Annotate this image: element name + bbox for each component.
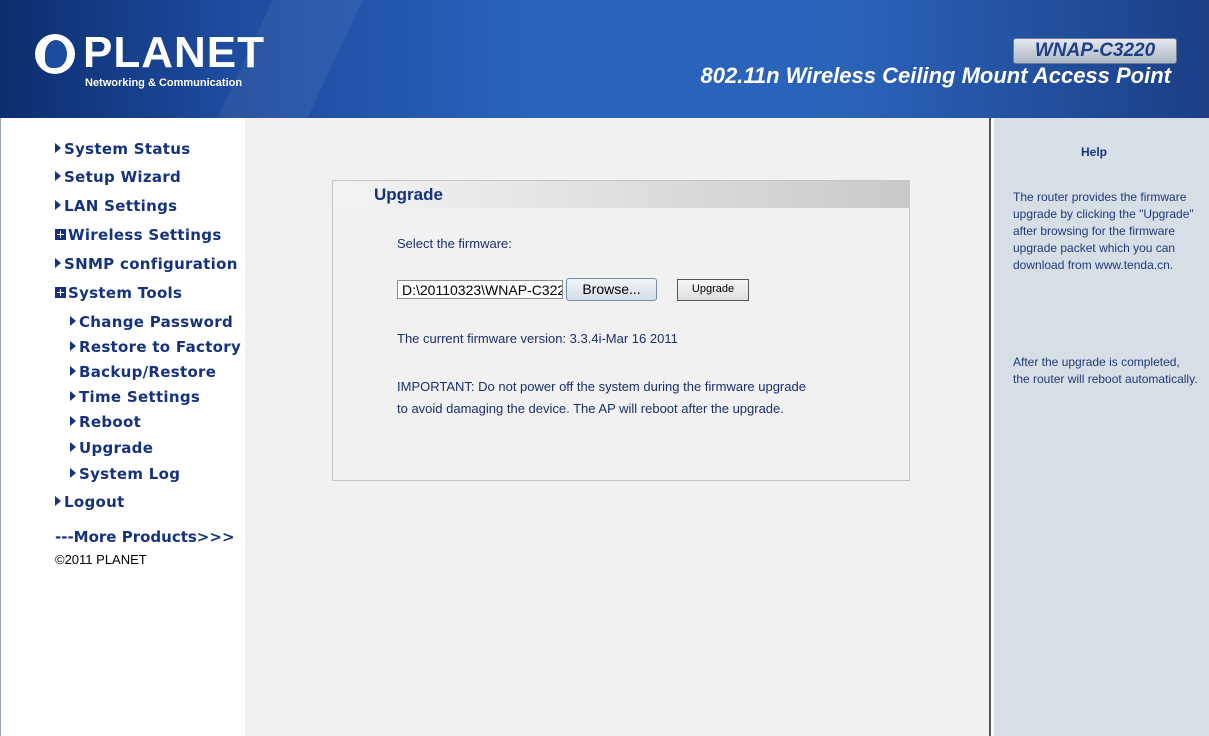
- panel-title: Upgrade: [374, 185, 443, 204]
- upgrade-button[interactable]: Upgrade: [677, 279, 749, 301]
- left-edge-line: [0, 118, 1, 736]
- nav-label: System Status: [64, 140, 191, 158]
- nav-logout[interactable]: Logout: [55, 493, 125, 511]
- important-notice-line2: to avoid damaging the device. The AP wil…: [397, 401, 784, 416]
- nav-label: SNMP configuration: [64, 255, 238, 273]
- nav-snmp-configuration[interactable]: SNMP configuration: [55, 255, 238, 273]
- arrow-right-icon: [55, 171, 61, 181]
- nav-time-settings[interactable]: Time Settings: [70, 388, 200, 406]
- nav-reboot[interactable]: Reboot: [70, 413, 141, 431]
- more-products-link[interactable]: ---More Products>>>: [55, 528, 235, 546]
- nav-label: Restore to Factory: [79, 338, 242, 356]
- expand-plus-icon: [55, 229, 66, 240]
- nav-label: System Log: [79, 465, 181, 483]
- header-banner: PLANET Networking & Communication WNAP-C…: [0, 0, 1209, 118]
- planet-logo[interactable]: PLANET Networking & Communication: [35, 28, 264, 92]
- firmware-file-input[interactable]: D:\20110323\WNAP-C3220: [397, 280, 563, 299]
- nav-upgrade[interactable]: Upgrade: [70, 439, 153, 457]
- logo-globe-icon: [35, 34, 75, 74]
- nav-label: Change Password: [79, 313, 233, 331]
- arrow-right-icon: [70, 341, 76, 351]
- upgrade-panel: Upgrade Select the firmware: D:\20110323…: [332, 180, 910, 481]
- nav-setup-wizard[interactable]: Setup Wizard: [55, 168, 181, 186]
- arrow-right-icon: [70, 442, 76, 452]
- nav-label: System Tools: [68, 284, 183, 302]
- arrow-right-icon: [70, 366, 76, 376]
- arrow-right-icon: [55, 200, 61, 210]
- nav-restore-to-factory[interactable]: Restore to Factory: [70, 338, 241, 356]
- nav-change-password[interactable]: Change Password: [70, 313, 233, 331]
- nav-label: Upgrade: [79, 439, 154, 457]
- arrow-right-icon: [55, 258, 61, 268]
- nav-label: Time Settings: [79, 388, 201, 406]
- model-badge: WNAP-C3220: [1013, 38, 1177, 64]
- firmware-version-text: The current firmware version: 3.3.4i-Mar…: [397, 331, 678, 346]
- logo-tagline: Networking & Communication: [85, 77, 243, 89]
- nav-label: Backup/Restore: [79, 363, 217, 381]
- sidebar-nav: System Status Setup Wizard LAN Settings …: [0, 118, 245, 736]
- arrow-right-icon: [55, 496, 61, 506]
- nav-label: Setup Wizard: [64, 168, 182, 186]
- help-panel: Help The router provides the firmware up…: [994, 118, 1209, 736]
- nav-backup-restore[interactable]: Backup/Restore: [70, 363, 216, 381]
- nav-label: Wireless Settings: [68, 226, 222, 244]
- browse-button[interactable]: Browse...: [566, 278, 657, 301]
- nav-lan-settings[interactable]: LAN Settings: [55, 197, 177, 215]
- nav-label: Reboot: [79, 413, 142, 431]
- help-title: Help: [1080, 145, 1107, 159]
- nav-label: Logout: [64, 493, 125, 511]
- arrow-right-icon: [70, 416, 76, 426]
- logo-wordmark: PLANET: [83, 28, 265, 77]
- main-content: Upgrade Select the firmware: D:\20110323…: [245, 118, 989, 736]
- select-firmware-label: Select the firmware:: [397, 236, 512, 251]
- nav-label: LAN Settings: [64, 197, 178, 215]
- help-paragraph: The router provides the firmware upgrade…: [1013, 190, 1194, 272]
- nav-system-tools[interactable]: System Tools: [55, 284, 182, 302]
- product-title: 802.11n Wireless Ceiling Mount Access Po…: [700, 63, 1172, 88]
- expand-plus-icon: [55, 287, 66, 298]
- important-notice-line1: IMPORTANT: Do not power off the system d…: [397, 379, 806, 394]
- arrow-right-icon: [55, 143, 61, 153]
- arrow-right-icon: [70, 468, 76, 478]
- arrow-right-icon: [70, 391, 76, 401]
- nav-system-log[interactable]: System Log: [70, 465, 180, 483]
- nav-wireless-settings[interactable]: Wireless Settings: [55, 226, 222, 244]
- copyright-text: ©2011 PLANET: [55, 552, 147, 567]
- nav-system-status[interactable]: System Status: [55, 140, 190, 158]
- panel-header: Upgrade: [333, 181, 909, 208]
- arrow-right-icon: [70, 316, 76, 326]
- help-paragraph: After the upgrade is completed, the rout…: [1013, 355, 1198, 386]
